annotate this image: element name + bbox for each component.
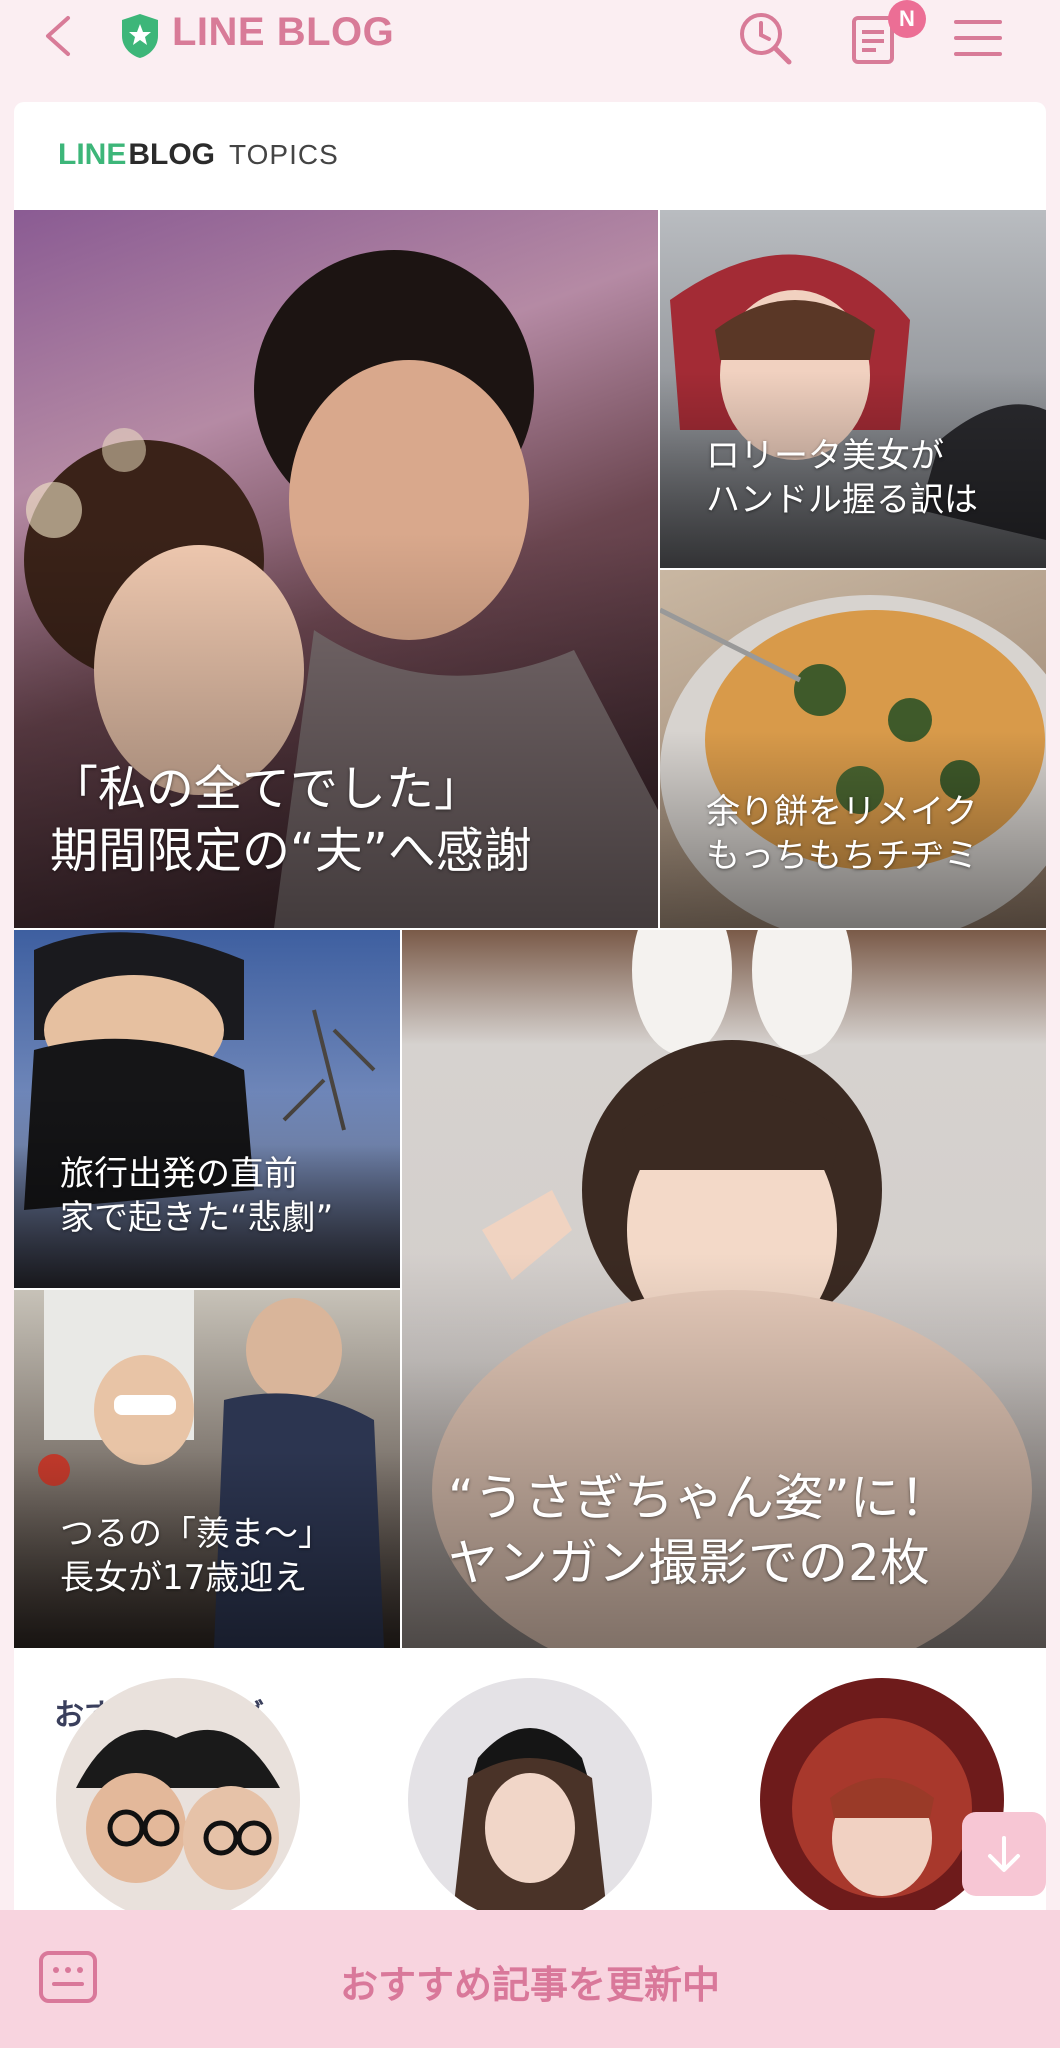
logo-topics-text: TOPICS <box>229 139 339 170</box>
shield-star-icon <box>122 14 158 58</box>
logo-line-text: LINE <box>58 138 127 171</box>
tile-caption: “うさぎちゃん姿”に！ ヤンガン撮影での2枚 <box>448 1469 950 1592</box>
arrow-down-icon <box>988 1836 1020 1872</box>
line-blog-topics-logo: LINE BLOG TOPICS <box>58 138 339 178</box>
brand-title[interactable]: LINE BLOG <box>172 10 394 55</box>
back-arrow-icon[interactable] <box>38 14 82 58</box>
tile-caption: ロリータ美女が ハンドル握る訳は <box>706 436 978 521</box>
tile-caption: 旅行出発の直前 家で起きた“悲劇” <box>60 1154 334 1239</box>
hamburger-menu-icon[interactable] <box>948 8 1008 68</box>
avatar-photo <box>76 1729 280 1890</box>
update-status-text: おすすめ記事を更新中 <box>339 1963 720 2007</box>
topic-tile[interactable]: 旅行出発の直前 家で起きた“悲劇” <box>14 930 400 1288</box>
topic-tile[interactable]: つるの「羨ま〜」 長女が17歳迎え <box>14 1290 400 1648</box>
tile-caption: 余り餅をリメイク もっちもちチヂミ <box>706 792 978 877</box>
topic-tile[interactable]: ロリータ美女が ハンドル握る訳は <box>660 210 1046 568</box>
scroll-down-button[interactable] <box>962 1812 1046 1896</box>
topic-tile[interactable]: 「私の全てでした」 期間限定の“夫”へ感謝 <box>14 210 658 928</box>
tile-caption: 「私の全てでした」 期間限定の“夫”へ感謝 <box>50 761 532 880</box>
avatar-photo <box>452 1728 608 1922</box>
topic-tile[interactable]: “うさぎちゃん姿”に！ ヤンガン撮影での2枚 <box>402 930 1046 1648</box>
logo-blog-text: BLOG <box>128 138 216 171</box>
search-history-icon[interactable] <box>735 8 795 68</box>
app-header: LINE BLOG N <box>0 0 1060 100</box>
recommended-blog-avatar[interactable] <box>56 1678 300 1922</box>
new-badge: N <box>888 0 926 38</box>
footer-bar: おすすめ記事を更新中 <box>0 1910 1060 2048</box>
topic-tile[interactable]: 余り餅をリメイク もっちもちチヂミ <box>660 570 1046 928</box>
recommended-blog-avatar[interactable] <box>408 1678 652 1922</box>
tile-caption: つるの「羨ま〜」 長女が17歳迎え <box>60 1514 332 1599</box>
